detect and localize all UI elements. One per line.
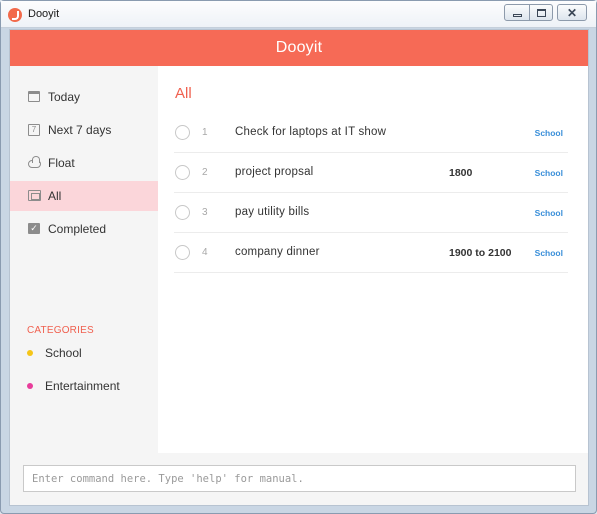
task-number: 2 (202, 167, 208, 178)
sidebar-item-float[interactable]: Float (10, 148, 158, 178)
minimize-icon (512, 13, 522, 17)
command-input[interactable] (23, 465, 576, 492)
task-text: Check for laptops at IT show (235, 126, 387, 138)
task-checkbox[interactable] (175, 165, 190, 180)
sidebar-item-label: Float (48, 156, 75, 170)
task-text: pay utility bills (235, 206, 310, 218)
task-number: 3 (202, 207, 208, 218)
task-text: company dinner (235, 246, 320, 258)
sidebar-item-label: Today (48, 90, 81, 104)
task-time: 1900 to 2100 (449, 247, 512, 259)
sidebar-item-label: All (48, 189, 62, 203)
completed-check-icon: ✓ (27, 222, 41, 235)
task-time: 1800 (449, 167, 473, 179)
sidebar-item-next-7-days[interactable]: 7 Next 7 days (10, 115, 158, 145)
calendar-7-icon: 7 (27, 123, 41, 136)
task-row[interactable]: 2 project propsal 1800 School (174, 153, 568, 193)
task-number: 4 (202, 247, 208, 258)
command-bar (10, 453, 588, 505)
close-button[interactable]: ✕ (557, 4, 587, 21)
maximize-button[interactable] (529, 4, 553, 21)
category-dot-icon (27, 383, 33, 389)
task-category-link[interactable]: School (535, 168, 563, 178)
page-title: All (175, 85, 192, 102)
sidebar-item-label: Next 7 days (48, 123, 112, 137)
task-category-link[interactable]: School (535, 248, 563, 258)
category-label: School (45, 346, 82, 360)
minimize-button[interactable] (504, 4, 530, 21)
category-label: Entertainment (45, 379, 120, 393)
sidebar-item-all[interactable]: All (10, 181, 158, 211)
sidebar: Today 7 Next 7 days Float All ✓ Complete… (10, 66, 158, 453)
task-category-link[interactable]: School (535, 208, 563, 218)
sidebar-item-today[interactable]: Today (10, 82, 158, 112)
category-item-entertainment[interactable]: Entertainment (27, 378, 120, 394)
task-category-link[interactable]: School (535, 128, 563, 138)
app-window: Dooyit ✕ Dooyit Today 7 Next 7 days Floa… (0, 0, 597, 514)
task-number: 1 (202, 127, 208, 138)
task-text: project propsal (235, 166, 314, 178)
task-row[interactable]: 3 pay utility bills School (174, 193, 568, 233)
category-item-school[interactable]: School (27, 345, 82, 361)
app-logo-icon (8, 8, 22, 22)
app-header: Dooyit (10, 30, 588, 66)
sidebar-item-label: Completed (48, 222, 107, 236)
task-row[interactable]: 1 Check for laptops at IT show School (174, 113, 568, 153)
close-icon: ✕ (566, 5, 578, 20)
cloud-icon (27, 156, 41, 169)
categories-heading: CATEGORIES (27, 325, 94, 336)
task-checkbox[interactable] (175, 125, 190, 140)
window-title: Dooyit (28, 8, 60, 20)
maximize-icon (536, 8, 546, 17)
app-header-title: Dooyit (275, 39, 323, 56)
sidebar-item-completed[interactable]: ✓ Completed (10, 214, 158, 244)
calendar-icon (27, 90, 41, 103)
all-tasks-icon (27, 189, 41, 202)
task-checkbox[interactable] (175, 205, 190, 220)
category-dot-icon (27, 350, 33, 356)
app-client-area: Dooyit Today 7 Next 7 days Float All ✓ C… (9, 29, 589, 506)
task-checkbox[interactable] (175, 245, 190, 260)
main-content: All 1 Check for laptops at IT show Schoo… (158, 66, 588, 453)
task-row[interactable]: 4 company dinner 1900 to 2100 School (174, 233, 568, 273)
title-bar[interactable]: Dooyit ✕ (1, 1, 596, 28)
